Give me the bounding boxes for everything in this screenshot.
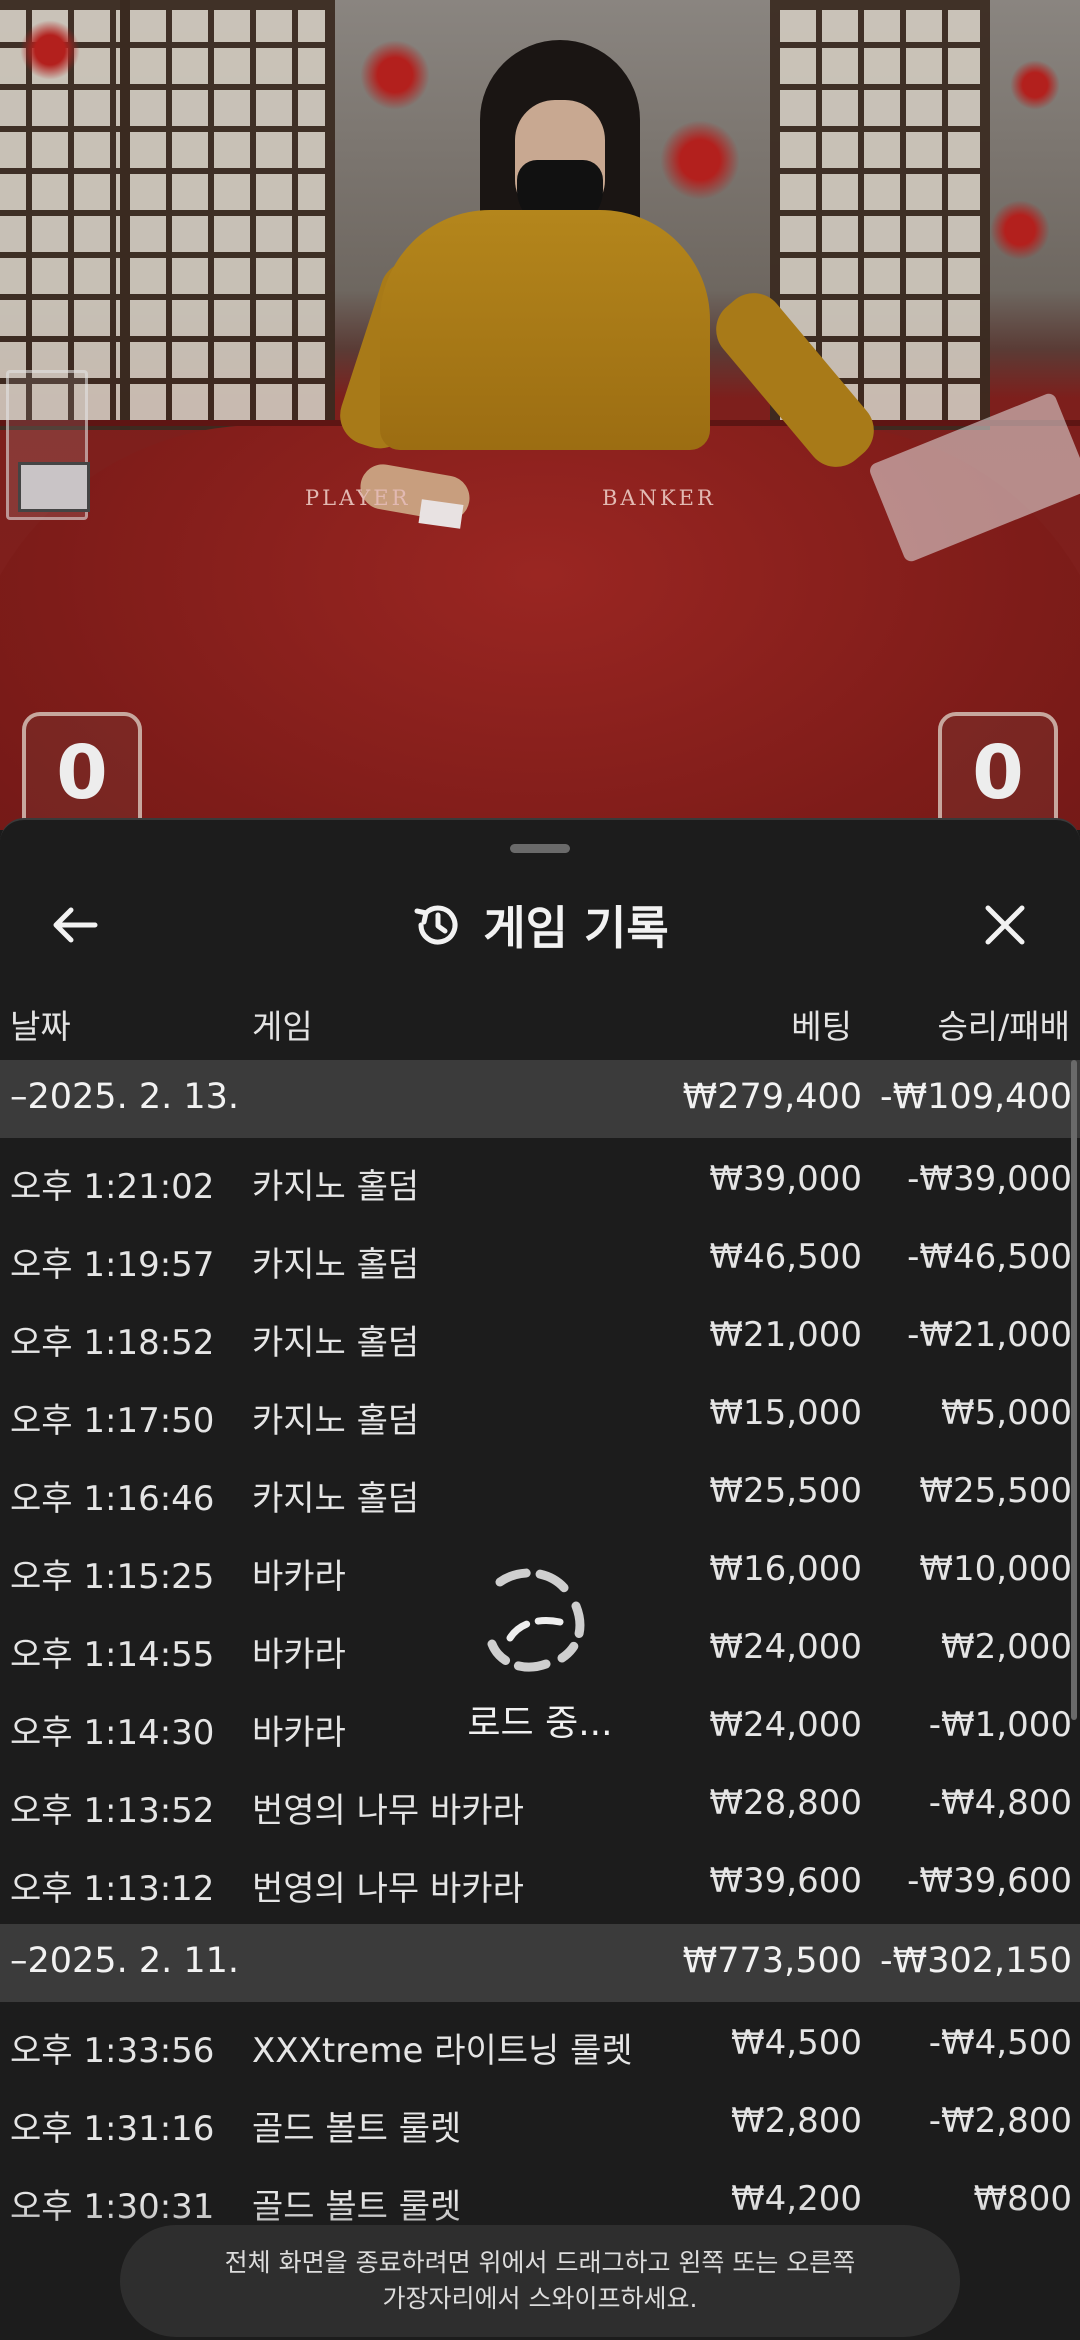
row-game: 카지노 홀덤 xyxy=(252,1479,420,1519)
group-result-total: -₩302,150 xyxy=(880,1941,1072,1981)
group-date: –2025. 2. 11. xyxy=(10,1941,240,1981)
group-result-total: -₩109,400 xyxy=(880,1077,1072,1117)
row-game: 카지노 홀덤 xyxy=(252,1167,420,1207)
row-time: 오후 1:14:55 xyxy=(10,1635,215,1675)
row-bet: ₩28,800 xyxy=(709,1783,862,1823)
live-video-feed: PLAYER BANKER 0 0 xyxy=(0,0,1080,830)
row-bet: ₩24,000 xyxy=(709,1627,862,1667)
fullscreen-exit-toast: 전체 화면을 종료하려면 위에서 드래그하고 왼쪽 또는 오른쪽 가장자리에서 … xyxy=(120,2225,960,2337)
row-bet: ₩39,000 xyxy=(709,1159,862,1199)
column-date: 날짜 xyxy=(10,1007,71,1046)
blossom-decoration xyxy=(20,20,80,80)
row-bet: ₩46,500 xyxy=(709,1237,862,1277)
row-time: 오후 1:33:56 xyxy=(10,2031,215,2071)
card-stack xyxy=(18,462,90,512)
table-label-banker: BANKER xyxy=(602,486,716,510)
row-time: 오후 1:17:50 xyxy=(10,1401,215,1441)
row-result: -₩4,500 xyxy=(928,2023,1072,2063)
history-row[interactable]: 오후 1:19:57 카지노 홀덤 ₩46,500 -₩46,500 xyxy=(0,1220,1080,1298)
table-label-player: PLAYER xyxy=(305,486,411,510)
date-group-header[interactable]: –2025. 2. 13. ₩279,400 -₩109,400 xyxy=(0,1060,1080,1138)
sheet-title-wrap: 게임 기록 xyxy=(0,890,1080,960)
row-result: -₩46,500 xyxy=(907,1237,1072,1277)
row-game: 바카라 xyxy=(252,1635,346,1675)
row-result: -₩2,800 xyxy=(928,2101,1072,2141)
row-bet: ₩15,000 xyxy=(709,1393,862,1433)
player-score-box: 0 xyxy=(22,712,142,830)
blossom-decoration xyxy=(990,200,1050,260)
group-bet-total: ₩773,500 xyxy=(682,1941,862,1981)
toast-line-1: 전체 화면을 종료하려면 위에서 드래그하고 왼쪽 또는 오른쪽 xyxy=(224,2248,856,2277)
history-row[interactable]: 오후 1:16:46 카지노 홀덤 ₩25,500 ₩25,500 xyxy=(0,1454,1080,1532)
history-row[interactable]: 오후 1:18:52 카지노 홀덤 ₩21,000 -₩21,000 xyxy=(0,1298,1080,1376)
loading-spinner-icon xyxy=(487,1568,585,1672)
sheet-drag-handle[interactable] xyxy=(510,844,570,853)
loading-text: 로드 중... xyxy=(467,1703,613,1744)
background-lattice-left-2 xyxy=(120,0,335,430)
row-time: 오후 1:15:25 xyxy=(10,1557,215,1597)
row-time: 오후 1:13:52 xyxy=(10,1791,215,1831)
group-bet-total: ₩279,400 xyxy=(682,1077,862,1117)
row-game: XXXtreme 라이트닝 룰렛 xyxy=(252,2031,633,2071)
row-result: ₩2,000 xyxy=(941,1627,1072,1667)
group-date: –2025. 2. 13. xyxy=(10,1077,240,1117)
history-icon xyxy=(414,905,458,945)
row-result: ₩5,000 xyxy=(941,1393,1072,1433)
column-game: 게임 xyxy=(252,1007,313,1046)
column-bet: 베팅 xyxy=(791,1007,852,1046)
row-bet: ₩2,800 xyxy=(731,2101,862,2141)
row-time: 오후 1:14:30 xyxy=(10,1713,215,1753)
row-game: 카지노 홀덤 xyxy=(252,1401,420,1441)
sheet-title: 게임 기록 xyxy=(483,901,669,955)
blossom-decoration xyxy=(660,120,740,200)
column-result: 승리/패배 xyxy=(937,1007,1070,1046)
game-history-sheet: 게임 기록 날짜 게임 베팅 승리/패배 –2025. 2. 13. ₩279,4… xyxy=(0,818,1080,2340)
row-result: -₩39,600 xyxy=(907,1861,1072,1901)
row-time: 오후 1:21:02 xyxy=(10,1167,215,1207)
row-time: 오후 1:16:46 xyxy=(10,1479,215,1519)
history-row[interactable]: 오후 1:21:02 카지노 홀덤 ₩39,000 -₩39,000 xyxy=(0,1142,1080,1220)
row-result: ₩10,000 xyxy=(919,1549,1072,1589)
history-row[interactable]: 오후 1:33:56 XXXtreme 라이트닝 룰렛 ₩4,500 -₩4,500 xyxy=(0,2006,1080,2084)
blossom-decoration xyxy=(360,40,430,110)
row-bet: ₩21,000 xyxy=(709,1315,862,1355)
row-bet: ₩39,600 xyxy=(709,1861,862,1901)
scrollbar[interactable] xyxy=(1071,1060,1077,1720)
dealer-body xyxy=(380,210,710,450)
close-button[interactable] xyxy=(970,890,1040,960)
banker-score-box: 0 xyxy=(938,712,1058,830)
row-result: ₩25,500 xyxy=(919,1471,1072,1511)
history-row[interactable]: 오후 1:17:50 카지노 홀덤 ₩15,000 ₩5,000 xyxy=(0,1376,1080,1454)
row-time: 오후 1:13:12 xyxy=(10,1869,215,1909)
row-game: 골드 볼트 룰렛 xyxy=(252,2109,462,2149)
column-headers: 날짜 게임 베팅 승리/패배 xyxy=(0,990,1080,1050)
row-game: 바카라 xyxy=(252,1713,346,1753)
date-group-header[interactable]: –2025. 2. 11. ₩773,500 -₩302,150 xyxy=(0,1924,1080,2002)
row-game: 카지노 홀덤 xyxy=(252,1323,420,1363)
row-bet: ₩25,500 xyxy=(709,1471,862,1511)
row-result: -₩4,800 xyxy=(928,1783,1072,1823)
toast-line-2: 가장자리에서 스와이프하세요. xyxy=(382,2284,698,2313)
row-bet: ₩4,500 xyxy=(731,2023,862,2063)
blossom-decoration xyxy=(1010,60,1060,110)
history-row[interactable]: 오후 1:13:12 번영의 나무 바카라 ₩39,600 -₩39,600 xyxy=(0,1844,1080,1922)
history-row[interactable]: 오후 1:31:16 골드 볼트 룰렛 ₩2,800 -₩2,800 xyxy=(0,2084,1080,2162)
row-game: 바카라 xyxy=(252,1557,346,1597)
row-time: 오후 1:19:57 xyxy=(10,1245,215,1285)
row-result: -₩21,000 xyxy=(907,1315,1072,1355)
row-bet: ₩16,000 xyxy=(709,1549,862,1589)
player-score: 0 xyxy=(56,730,108,816)
row-game: 번영의 나무 바카라 xyxy=(252,1869,524,1909)
row-game: 카지노 홀덤 xyxy=(252,1245,420,1285)
row-bet: ₩24,000 xyxy=(709,1705,862,1745)
row-time: 오후 1:18:52 xyxy=(10,1323,215,1363)
row-result: -₩39,000 xyxy=(907,1159,1072,1199)
banker-score: 0 xyxy=(972,730,1024,816)
row-result: -₩1,000 xyxy=(928,1705,1072,1745)
loading-indicator: 로드 중... xyxy=(440,1560,640,1800)
close-icon xyxy=(985,905,1025,945)
sheet-header: 게임 기록 xyxy=(0,870,1080,980)
row-time: 오후 1:31:16 xyxy=(10,2109,215,2149)
